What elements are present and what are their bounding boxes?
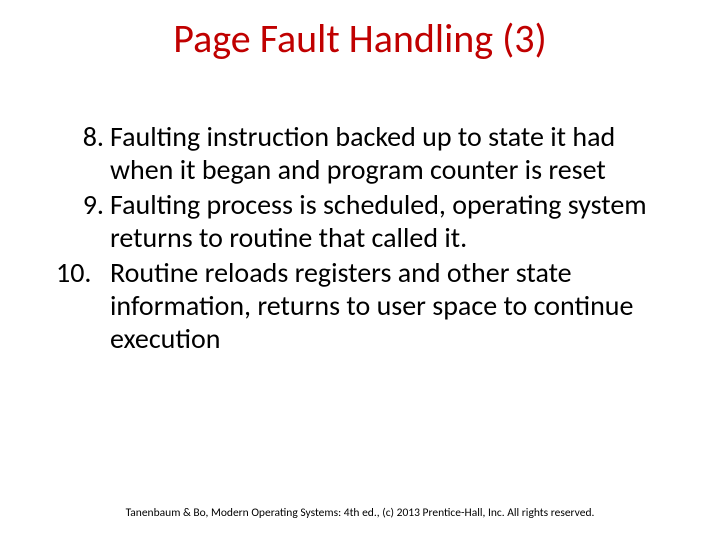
list-number: 9. [56,188,110,221]
list-text: Faulting process is scheduled, operating… [110,188,676,254]
list-number: 8. [56,120,110,153]
list-item: 8. Faulting instruction backed up to sta… [56,120,676,186]
list-item: 9. Faulting process is scheduled, operat… [56,188,676,254]
list-text: Faulting instruction backed up to state … [110,120,676,186]
slide: Page Fault Handling (3) 8. Faulting inst… [0,0,720,540]
list-number: 10. [56,256,110,289]
slide-footer: Tanenbaum & Bo, Modern Operating Systems… [0,506,720,520]
slide-title: Page Fault Handling (3) [0,14,720,63]
list-text: Routine reloads registers and other stat… [110,256,676,355]
slide-body: 8. Faulting instruction backed up to sta… [56,120,676,357]
list-item: 10. Routine reloads registers and other … [56,256,676,355]
